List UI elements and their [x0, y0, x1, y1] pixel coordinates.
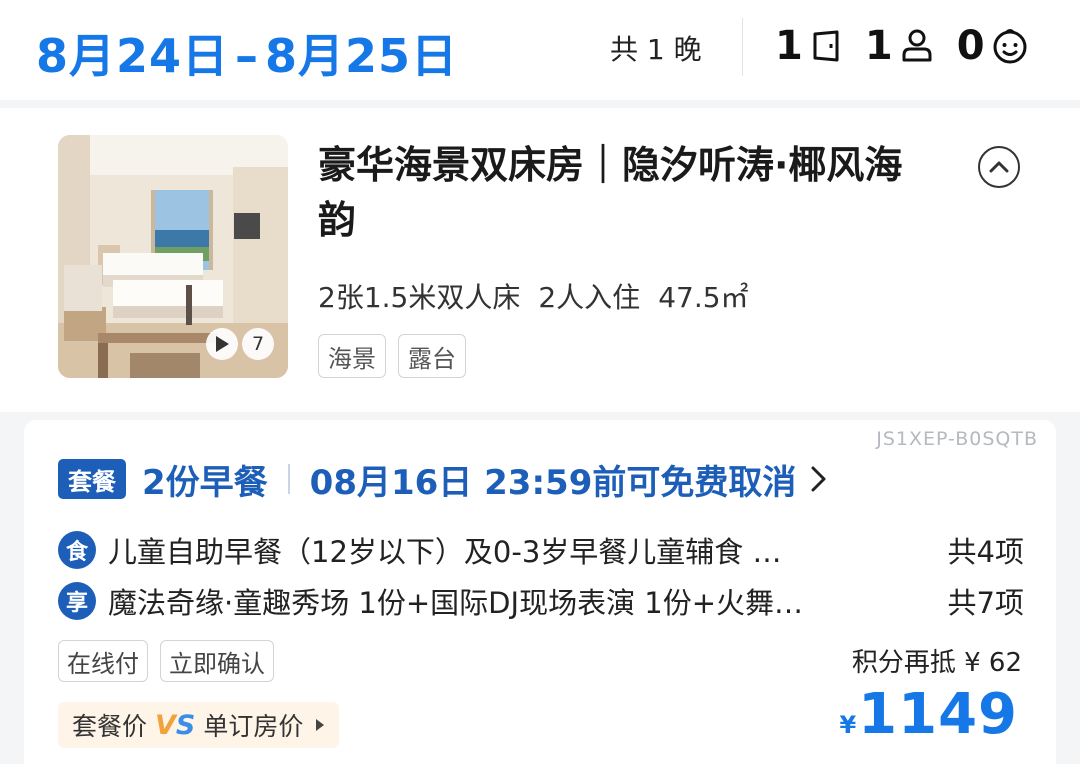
breakfast-info: 2份早餐 [142, 462, 268, 503]
payment-tag: 立即确认 [160, 640, 274, 682]
room-card[interactable]: 7 豪华海景双床房｜隐汐听涛·椰风海韵 2张1.5米双人床 2人入住 47.5㎡ 海… [0, 108, 1080, 412]
payment-tags: 在线付 立即确认 [58, 640, 286, 682]
nights-count: 共 1 晚 [610, 33, 702, 66]
perks-icon: 享 [58, 582, 96, 620]
room-tag: 海景 [318, 334, 386, 378]
points-discount: 积分再抵 ¥ 62 [851, 648, 1022, 678]
room-tags: 海景 露台 [318, 334, 478, 378]
price-compare-button[interactable]: 套餐价 VS 单订房价 [58, 702, 340, 748]
date-guest-bar[interactable]: 8月24日 –8月25日 共 1 晚 1 1 0 [0, 0, 1080, 100]
package-item-text: 儿童自助早餐（12岁以下）及0-3岁早餐儿童辅食 … [108, 535, 782, 569]
guest-selector[interactable]: 1 1 0 [775, 20, 1051, 72]
payment-tag: 在线付 [58, 640, 148, 682]
adults-count: 1 [864, 23, 893, 69]
package-badge: 套餐 [58, 459, 126, 499]
package-header[interactable]: 套餐 2份早餐 08月16日 23:59前可免费取消 [58, 455, 828, 504]
food-icon: 食 [58, 531, 96, 569]
room-photo[interactable]: 7 [58, 135, 288, 378]
vs-icon: VS [155, 709, 196, 741]
room-tag: 露台 [398, 334, 466, 378]
rooms-count: 1 [775, 23, 803, 69]
price-currency: ¥ [839, 711, 857, 739]
room-area: 47.5㎡ [658, 281, 749, 314]
collapse-button[interactable] [978, 146, 1020, 188]
photo-gallery-badge[interactable]: 7 [206, 328, 274, 360]
children-count: 0 [956, 23, 985, 69]
date-range[interactable]: 8月24日 –8月25日 [36, 20, 458, 86]
occupancy-info: 2人入住 [538, 281, 641, 314]
child-icon [989, 25, 1031, 67]
package-item-count: 共7项 [947, 586, 1024, 620]
package-item-text: 魔法奇缘·童趣秀场 1份+国际DJ现场表演 1份+火舞… [108, 586, 804, 620]
price-amount: 1149 [858, 682, 1018, 747]
header-separator [287, 464, 290, 494]
package-item-perks[interactable]: 享 魔法奇缘·童趣秀场 1份+国际DJ现场表演 1份+火舞… 共7项 [58, 581, 1024, 621]
price: ¥ 1149 [839, 682, 1018, 747]
room-specs: 2张1.5米双人床 2人入住 47.5㎡ [318, 276, 767, 316]
date-separator: – [235, 29, 260, 83]
package-rate-panel[interactable]: JS1XEP-B0SQTB 套餐 2份早餐 08月16日 23:59前可免费取消… [24, 420, 1056, 764]
cancel-policy[interactable]: 08月16日 23:59前可免费取消 [310, 455, 797, 504]
room-door-icon [807, 27, 845, 65]
header-divider [742, 18, 743, 76]
compare-room-label: 单订房价 [203, 712, 304, 741]
collapse-chevron-icon [989, 161, 1009, 173]
room-title: 豪华海景双床房｜隐汐听涛·椰风海韵 [318, 143, 903, 242]
photo-count: 7 [242, 328, 274, 360]
check-out-date: 8月25日 [265, 29, 459, 83]
package-item-count: 共4项 [947, 535, 1024, 569]
chevron-right-icon[interactable] [810, 464, 828, 494]
compare-package-label: 套餐价 [72, 712, 148, 741]
bed-info: 2张1.5米双人床 [318, 281, 521, 314]
package-code: JS1XEP-B0SQTB [876, 428, 1038, 450]
triangle-right-icon [315, 718, 325, 732]
play-icon[interactable] [206, 328, 238, 360]
package-item-food[interactable]: 食 儿童自助早餐（12岁以下）及0-3岁早餐儿童辅食 … 共4项 [58, 530, 1024, 570]
adult-icon [897, 26, 937, 66]
check-in-date: 8月24日 [36, 29, 230, 83]
